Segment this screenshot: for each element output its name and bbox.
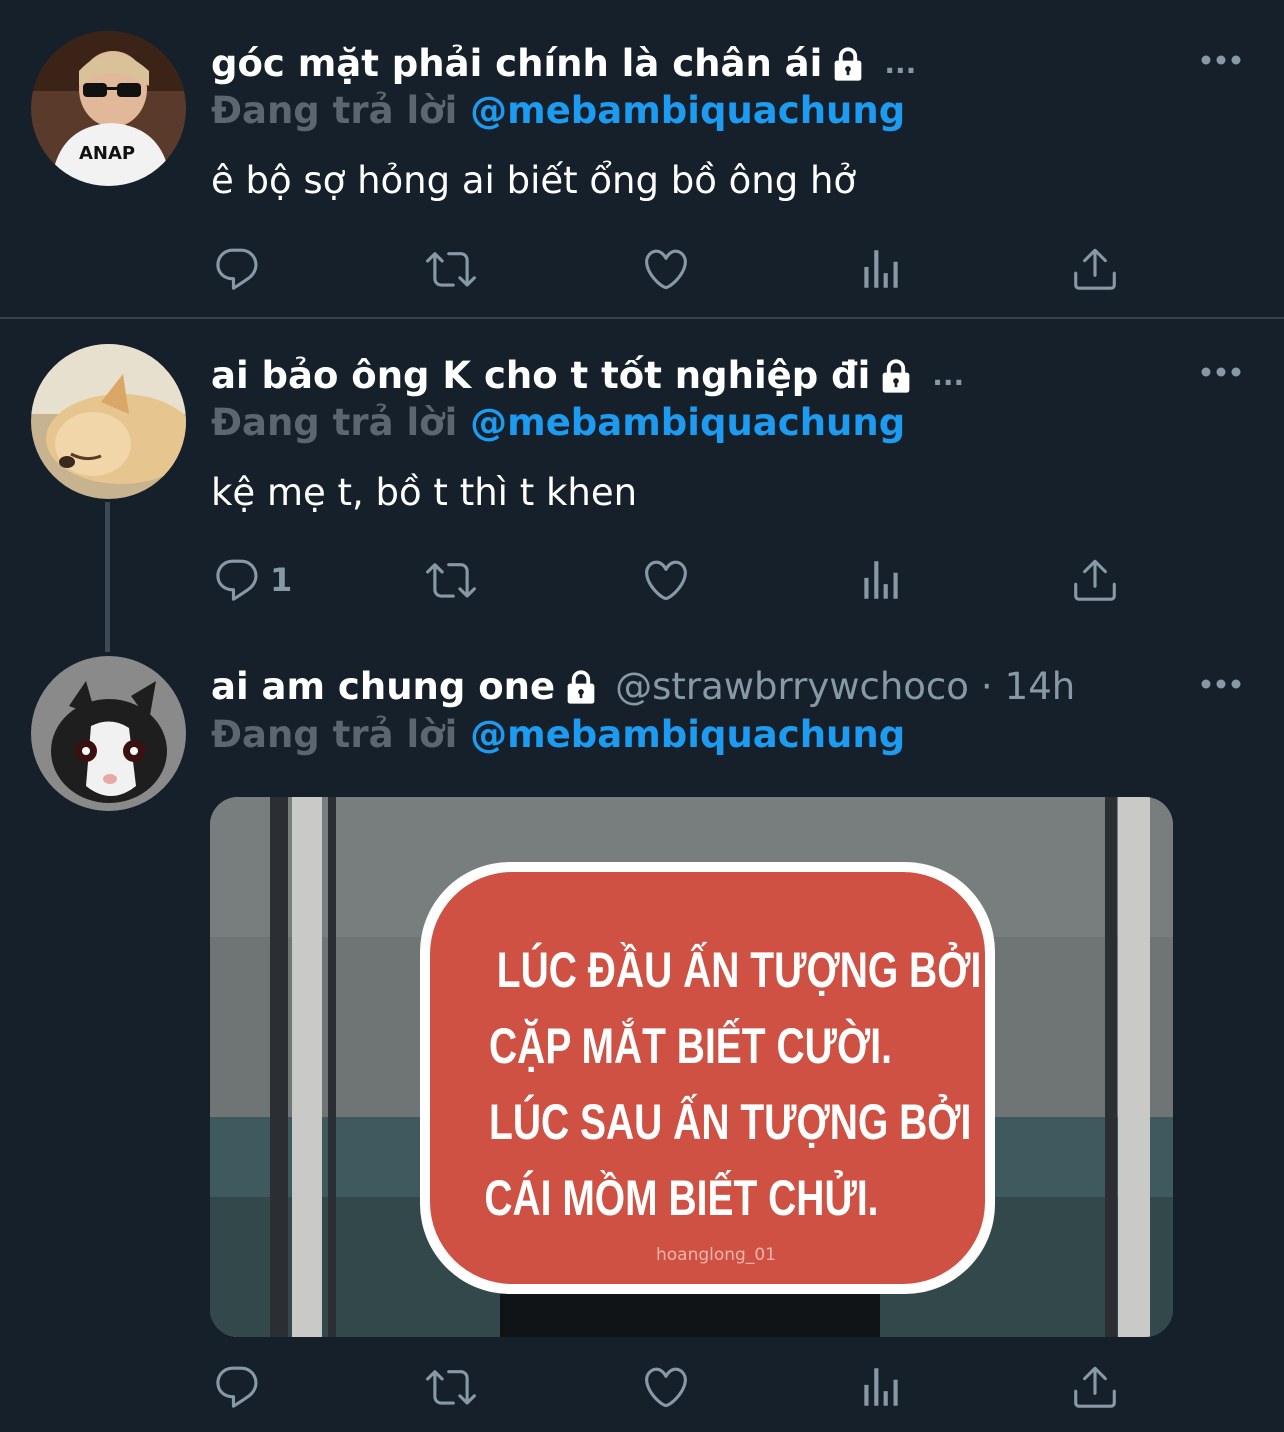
analytics-icon xyxy=(856,244,906,294)
replying-label: Đang trả lời xyxy=(211,713,458,756)
tweet-header: ai bảo ông K cho t tốt nghiệp đi ... xyxy=(211,350,964,402)
analytics-button[interactable] xyxy=(856,1357,906,1417)
tweet-text: kệ mẹ t, bồ t thì t khen xyxy=(211,471,638,514)
reply-icon xyxy=(212,244,262,294)
tweet-actions: 1 xyxy=(0,550,1284,610)
replying-label: Đang trả lời xyxy=(211,89,458,132)
replying-label: Đang trả lời xyxy=(211,401,458,444)
avatar-photo: ANAP xyxy=(31,31,186,186)
tweet-media-image[interactable]: LÚC ĐẦU ẤN TƯỢNG BỞI CẶP MẮT BIẾT CƯỜI. … xyxy=(210,797,1173,1337)
reply-button[interactable] xyxy=(212,239,270,299)
more-icon[interactable] xyxy=(1199,362,1243,382)
share-icon xyxy=(1070,1362,1120,1412)
share-button[interactable] xyxy=(1070,239,1120,299)
more-icon[interactable] xyxy=(1199,674,1243,694)
avatar[interactable]: ANAP xyxy=(31,31,186,186)
retweet-icon xyxy=(426,555,476,605)
tweet-header: góc mặt phải chính là chân ái ... xyxy=(211,38,916,90)
reply-icon xyxy=(212,1362,262,1412)
avatar[interactable] xyxy=(31,656,186,811)
lock-icon xyxy=(828,44,868,84)
share-icon xyxy=(1070,244,1120,294)
lock-icon xyxy=(876,356,916,396)
heart-icon xyxy=(641,244,691,294)
tweet-text: ê bộ sợ hỏng ai biết ổng bồ ông hở xyxy=(211,159,857,202)
analytics-button[interactable] xyxy=(856,550,906,610)
sign-line: CÁI MỒM BIẾT CHỬI. xyxy=(484,1170,879,1226)
tweet[interactable]: ai bảo ông K cho t tốt nghiệp đi ... Đan… xyxy=(0,320,1284,650)
display-name[interactable]: ai am chung one xyxy=(211,661,555,713)
share-button[interactable] xyxy=(1070,1357,1120,1417)
tweet-header: ai am chung one @strawbrrywchoco · 14h xyxy=(211,661,1075,713)
retweet-icon xyxy=(426,1362,476,1412)
sign-line: LÚC SAU ẤN TƯỢNG BỞI xyxy=(489,1094,972,1150)
mention-link[interactable]: @mebambiquachung xyxy=(470,89,905,132)
tweet-actions xyxy=(0,239,1284,299)
tweet-divider xyxy=(0,317,1284,319)
mention-link[interactable]: @mebambiquachung xyxy=(470,401,905,444)
avatar[interactable] xyxy=(31,344,186,499)
display-name[interactable]: ai bảo ông K cho t tốt nghiệp đi xyxy=(211,350,870,402)
user-handle[interactable]: @strawbrrywchoco xyxy=(615,661,969,713)
reply-button[interactable] xyxy=(212,1357,270,1417)
tweet-actions xyxy=(0,1357,1284,1417)
sign-line: LÚC ĐẦU ẤN TƯỢNG BỞI xyxy=(496,942,982,998)
name-truncation: ... xyxy=(884,47,917,80)
share-icon xyxy=(1070,555,1120,605)
avatar-photo xyxy=(31,344,186,499)
reply-count: 1 xyxy=(270,561,293,599)
meta-separator: · xyxy=(980,665,993,708)
analytics-button[interactable] xyxy=(856,239,906,299)
reply-icon xyxy=(212,555,262,605)
replying-to-line: Đang trả lời @mebambiquachung xyxy=(211,709,905,761)
like-button[interactable] xyxy=(641,550,691,610)
mention-link[interactable]: @mebambiquachung xyxy=(470,713,905,756)
display-name[interactable]: góc mặt phải chính là chân ái xyxy=(211,38,822,90)
svg-text:ANAP: ANAP xyxy=(79,143,135,164)
lock-icon xyxy=(561,667,601,707)
thread-connector xyxy=(105,502,110,652)
retweet-button[interactable] xyxy=(426,550,476,610)
sign-line: CẶP MẮT BIẾT CƯỜI. xyxy=(489,1018,892,1074)
more-icon[interactable] xyxy=(1199,50,1243,70)
reply-button[interactable]: 1 xyxy=(212,550,292,610)
heart-icon xyxy=(641,1362,691,1412)
like-button[interactable] xyxy=(641,1357,691,1417)
retweet-button[interactable] xyxy=(426,239,476,299)
name-truncation: ... xyxy=(932,359,965,392)
retweet-icon xyxy=(426,244,476,294)
replying-to-line: Đang trả lời @mebambiquachung xyxy=(211,85,905,137)
share-button[interactable] xyxy=(1070,550,1120,610)
like-button[interactable] xyxy=(641,239,691,299)
retweet-button[interactable] xyxy=(426,1357,476,1417)
replying-to-line: Đang trả lời @mebambiquachung xyxy=(211,397,905,449)
heart-icon xyxy=(641,555,691,605)
tweet-timestamp[interactable]: 14h xyxy=(1005,661,1076,713)
analytics-icon xyxy=(856,1362,906,1412)
image-watermark: hoanglong_01 xyxy=(656,1245,776,1265)
analytics-icon xyxy=(856,555,906,605)
sign-text: LÚC ĐẦU ẤN TƯỢNG BỞI CẶP MẮT BIẾT CƯỜI. … xyxy=(450,932,982,1236)
tweet[interactable]: ANAP góc mặt phải chính là chân ái ... Đ… xyxy=(0,0,1284,318)
avatar-photo xyxy=(31,656,186,811)
